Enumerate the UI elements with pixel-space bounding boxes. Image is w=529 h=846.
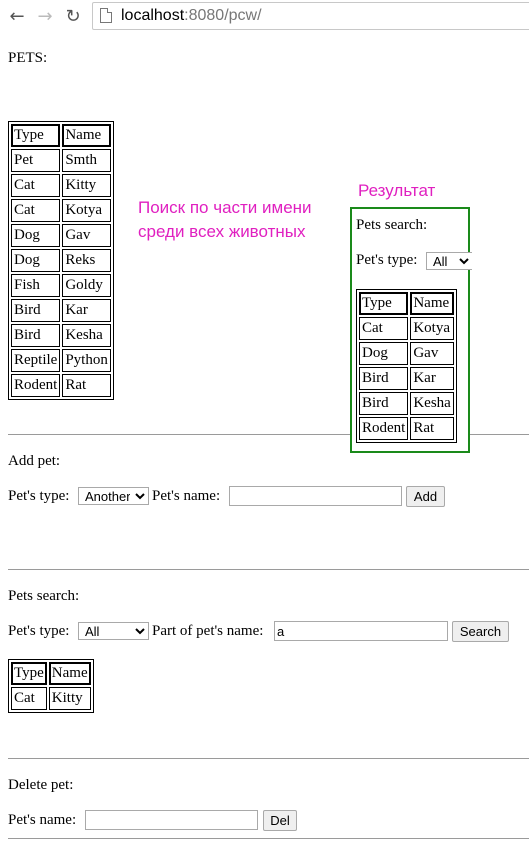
search-part-label: Part of pet's name: <box>152 623 264 639</box>
page-title: PETS: <box>8 50 48 66</box>
separator <box>8 758 529 759</box>
pet-type-cell: Dog <box>359 342 409 365</box>
annotation-line-2: среди всех животных <box>138 222 306 241</box>
annotation-text: Поиск по части имени среди всех животных <box>138 196 312 244</box>
pet-name-cell: Kar <box>410 367 454 390</box>
pet-type-cell: Dog <box>11 249 61 272</box>
add-type-label: Pet's type: <box>8 488 70 504</box>
column-header-name: Name <box>62 124 111 147</box>
search-title: Pets search: <box>8 588 80 604</box>
pet-type-cell: Pet <box>11 149 61 172</box>
column-header-name: Name <box>48 662 91 685</box>
pet-name-cell: Gav <box>410 342 454 365</box>
pet-type-cell: Cat <box>11 174 61 197</box>
reload-icon[interactable]: ↻ <box>62 5 84 27</box>
add-pet-title: Add pet: <box>8 453 61 469</box>
result-label: Результат <box>358 181 436 200</box>
browser-toolbar: ← → ↻ localhost:8080/pcw/ <box>0 0 529 38</box>
pet-type-cell: Cat <box>11 687 47 710</box>
separator <box>8 569 529 570</box>
table-row: Reptile Python <box>11 349 111 372</box>
pet-type-cell: Bird <box>11 324 61 347</box>
table-row: Rodent Rat <box>359 417 454 440</box>
add-name-input[interactable] <box>229 486 402 506</box>
table-header-row: Type Name <box>359 292 454 315</box>
column-header-type: Type <box>11 662 47 685</box>
address-bar[interactable]: localhost:8080/pcw/ <box>92 2 529 30</box>
pet-type-cell: Bird <box>359 367 409 390</box>
pet-type-cell: Rodent <box>359 417 409 440</box>
table-row: Bird Kar <box>11 299 111 322</box>
result-type-label: Pet's type: <box>356 252 418 268</box>
table-row: Cat Kotya <box>11 199 111 222</box>
pet-type-cell: Rodent <box>11 374 61 397</box>
table-row: Cat Kitty <box>11 687 91 710</box>
column-header-name: Name <box>410 292 454 315</box>
column-header-type: Type <box>359 292 409 315</box>
page-icon <box>100 8 112 23</box>
pet-type-cell: Cat <box>359 317 409 340</box>
separator <box>8 838 529 839</box>
pets-table: Type Name Pet Smth Cat Kitty Cat Kotya Dog Gav Dog… <box>8 121 114 400</box>
table-row: Dog Reks <box>11 249 111 272</box>
result-table: Type Name Cat Kotya Dog Gav Bird Kar Bird Kesha Ro… <box>356 289 457 443</box>
search-results-table: Type Name Cat Kitty <box>8 659 94 713</box>
search-type-label: Pet's type: <box>8 623 70 639</box>
table-row: Bird Kesha <box>11 324 111 347</box>
result-type-select[interactable]: All <box>426 252 472 270</box>
add-button[interactable]: Add <box>406 486 445 507</box>
table-header-row: Type Name <box>11 124 111 147</box>
pet-type-cell: Cat <box>11 199 61 222</box>
pet-type-cell: Fish <box>11 274 61 297</box>
search-type-select[interactable]: All <box>78 622 149 640</box>
result-title: Pets search: <box>356 217 428 233</box>
pet-name-cell: Kitty <box>48 687 91 710</box>
add-name-label: Pet's name: <box>152 488 221 504</box>
table-row: Bird Kar <box>359 367 454 390</box>
pet-name-cell: Kotya <box>410 317 454 340</box>
pet-type-cell: Bird <box>11 299 61 322</box>
delete-button[interactable]: Del <box>263 810 297 831</box>
column-header-type: Type <box>11 124 61 147</box>
table-row: Cat Kotya <box>359 317 454 340</box>
pet-name-cell: Reks <box>62 249 111 272</box>
url-text: localhost:8080/pcw/ <box>121 7 262 24</box>
search-name-input[interactable] <box>274 621 448 641</box>
table-row: Rodent Rat <box>11 374 111 397</box>
pet-name-cell: Kotya <box>62 199 111 222</box>
table-row: Dog Gav <box>11 224 111 247</box>
table-row: Fish Goldy <box>11 274 111 297</box>
add-type-select[interactable]: Another <box>78 487 149 505</box>
delete-name-input[interactable] <box>85 810 258 830</box>
annotation-line-1: Поиск по части имени <box>138 198 312 217</box>
result-panel: Pets search: Pet's type: All Type Name Cat… <box>350 207 472 453</box>
table-row: Dog Gav <box>359 342 454 365</box>
pet-name-cell: Rat <box>62 374 111 397</box>
forward-arrow-icon[interactable]: → <box>34 5 56 27</box>
pet-name-cell: Rat <box>410 417 454 440</box>
pet-name-cell: Kitty <box>62 174 111 197</box>
pet-type-cell: Bird <box>359 392 409 415</box>
pet-type-cell: Dog <box>11 224 61 247</box>
pet-type-cell: Reptile <box>11 349 61 372</box>
pet-name-cell: Python <box>62 349 111 372</box>
back-arrow-icon[interactable]: ← <box>6 5 28 27</box>
search-button[interactable]: Search <box>452 621 509 642</box>
pet-name-cell: Kesha <box>62 324 111 347</box>
table-row: Bird Kesha <box>359 392 454 415</box>
delete-pet-title: Delete pet: <box>8 777 74 793</box>
pet-name-cell: Kesha <box>410 392 454 415</box>
table-row: Pet Smth <box>11 149 111 172</box>
pet-name-cell: Gav <box>62 224 111 247</box>
delete-name-label: Pet's name: <box>8 812 77 828</box>
pet-name-cell: Smth <box>62 149 111 172</box>
pet-name-cell: Kar <box>62 299 111 322</box>
table-header-row: Type Name <box>11 662 91 685</box>
table-row: Cat Kitty <box>11 174 111 197</box>
pet-name-cell: Goldy <box>62 274 111 297</box>
